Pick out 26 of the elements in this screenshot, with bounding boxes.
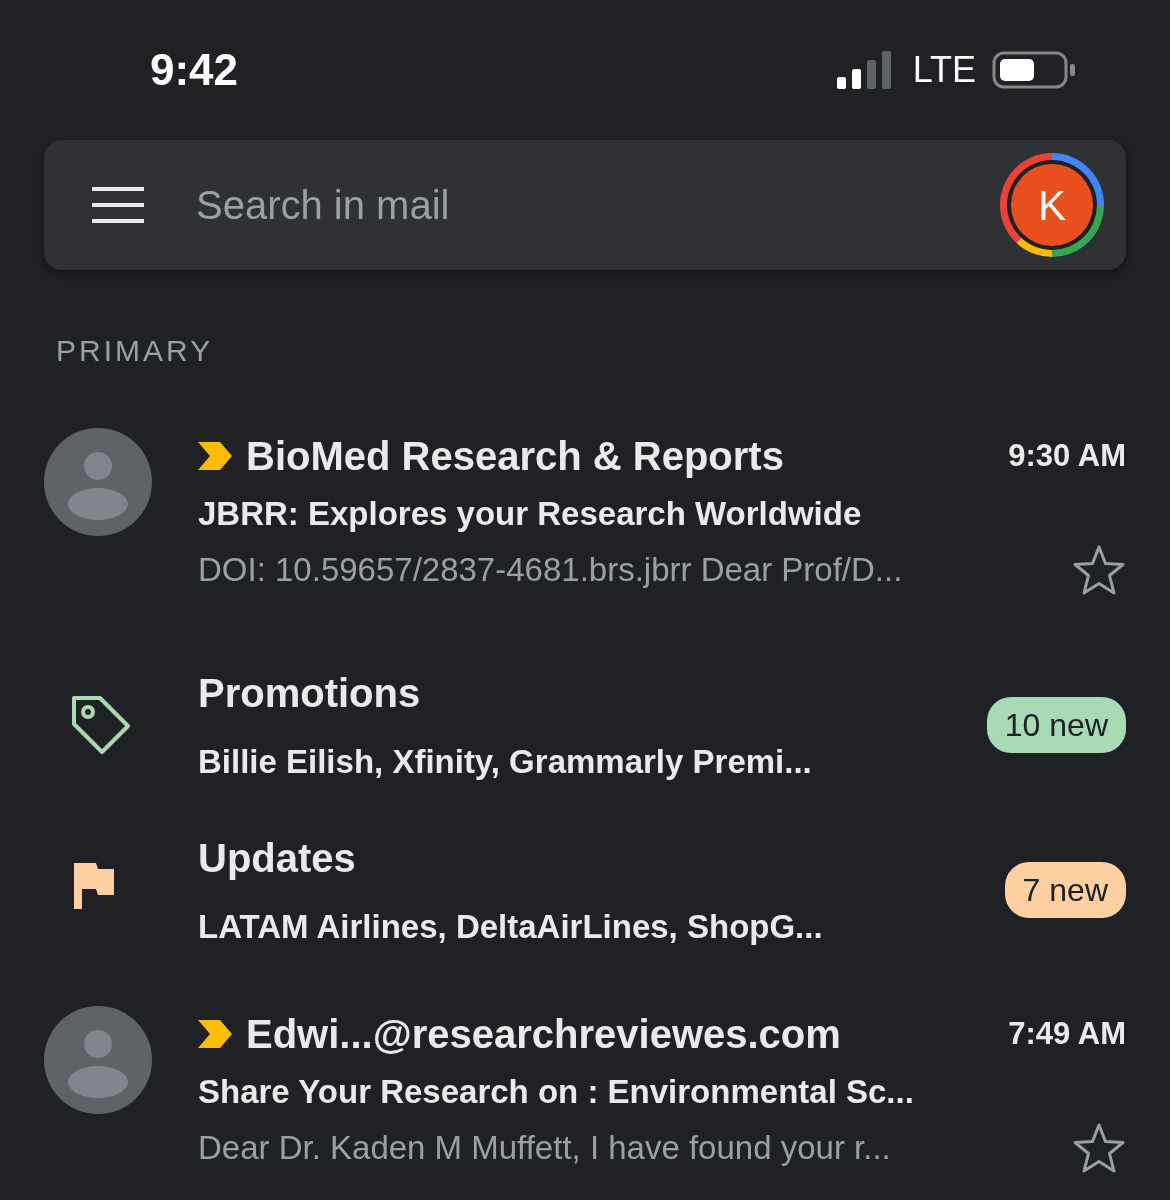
star-icon[interactable]: [1072, 1122, 1126, 1174]
email-subject: JBRR: Explores your Research Worldwide: [198, 494, 863, 534]
email-time: 9:30 AM: [1008, 436, 1126, 475]
category-senders: LATAM Airlines, DeltaAirLines, ShopG...: [198, 906, 824, 947]
category-title: Updates: [198, 834, 357, 882]
section-label: PRIMARY: [56, 333, 215, 369]
email-subject: Share Your Research on : Environmental Sc...: [198, 1072, 915, 1112]
clock-time: 9:42: [150, 44, 239, 96]
account-avatar[interactable]: K: [1011, 164, 1093, 246]
network-label: LTE: [912, 48, 976, 92]
avatar-icon: [44, 1006, 152, 1114]
search-bar[interactable]: Search in mail K: [44, 140, 1126, 270]
battery-icon: [992, 51, 1076, 89]
email-snippet: Dear Dr. Kaden M Muffett, I have found your r...: [198, 1128, 891, 1169]
star-icon[interactable]: [1072, 544, 1126, 596]
category-title: Promotions: [198, 669, 422, 717]
new-count: 7 new: [1004, 861, 1126, 918]
menu-icon[interactable]: [92, 187, 144, 223]
sender-name: Edwi...@researchreviewes.com: [246, 1011, 841, 1058]
email-snippet: DOI: 10.59657/2837-4681.brs.jbrr Dear Prof/D...: [198, 550, 903, 591]
email-time: 7:49 AM: [1008, 1014, 1126, 1053]
category-senders: Billie Eilish, Xfinity, Grammarly Premi...: [198, 741, 813, 782]
tag-icon: [70, 693, 132, 756]
sender-name: BioMed Research & Reports: [246, 433, 784, 480]
avatar-icon: [44, 428, 152, 536]
new-count: 10 new: [986, 696, 1126, 753]
